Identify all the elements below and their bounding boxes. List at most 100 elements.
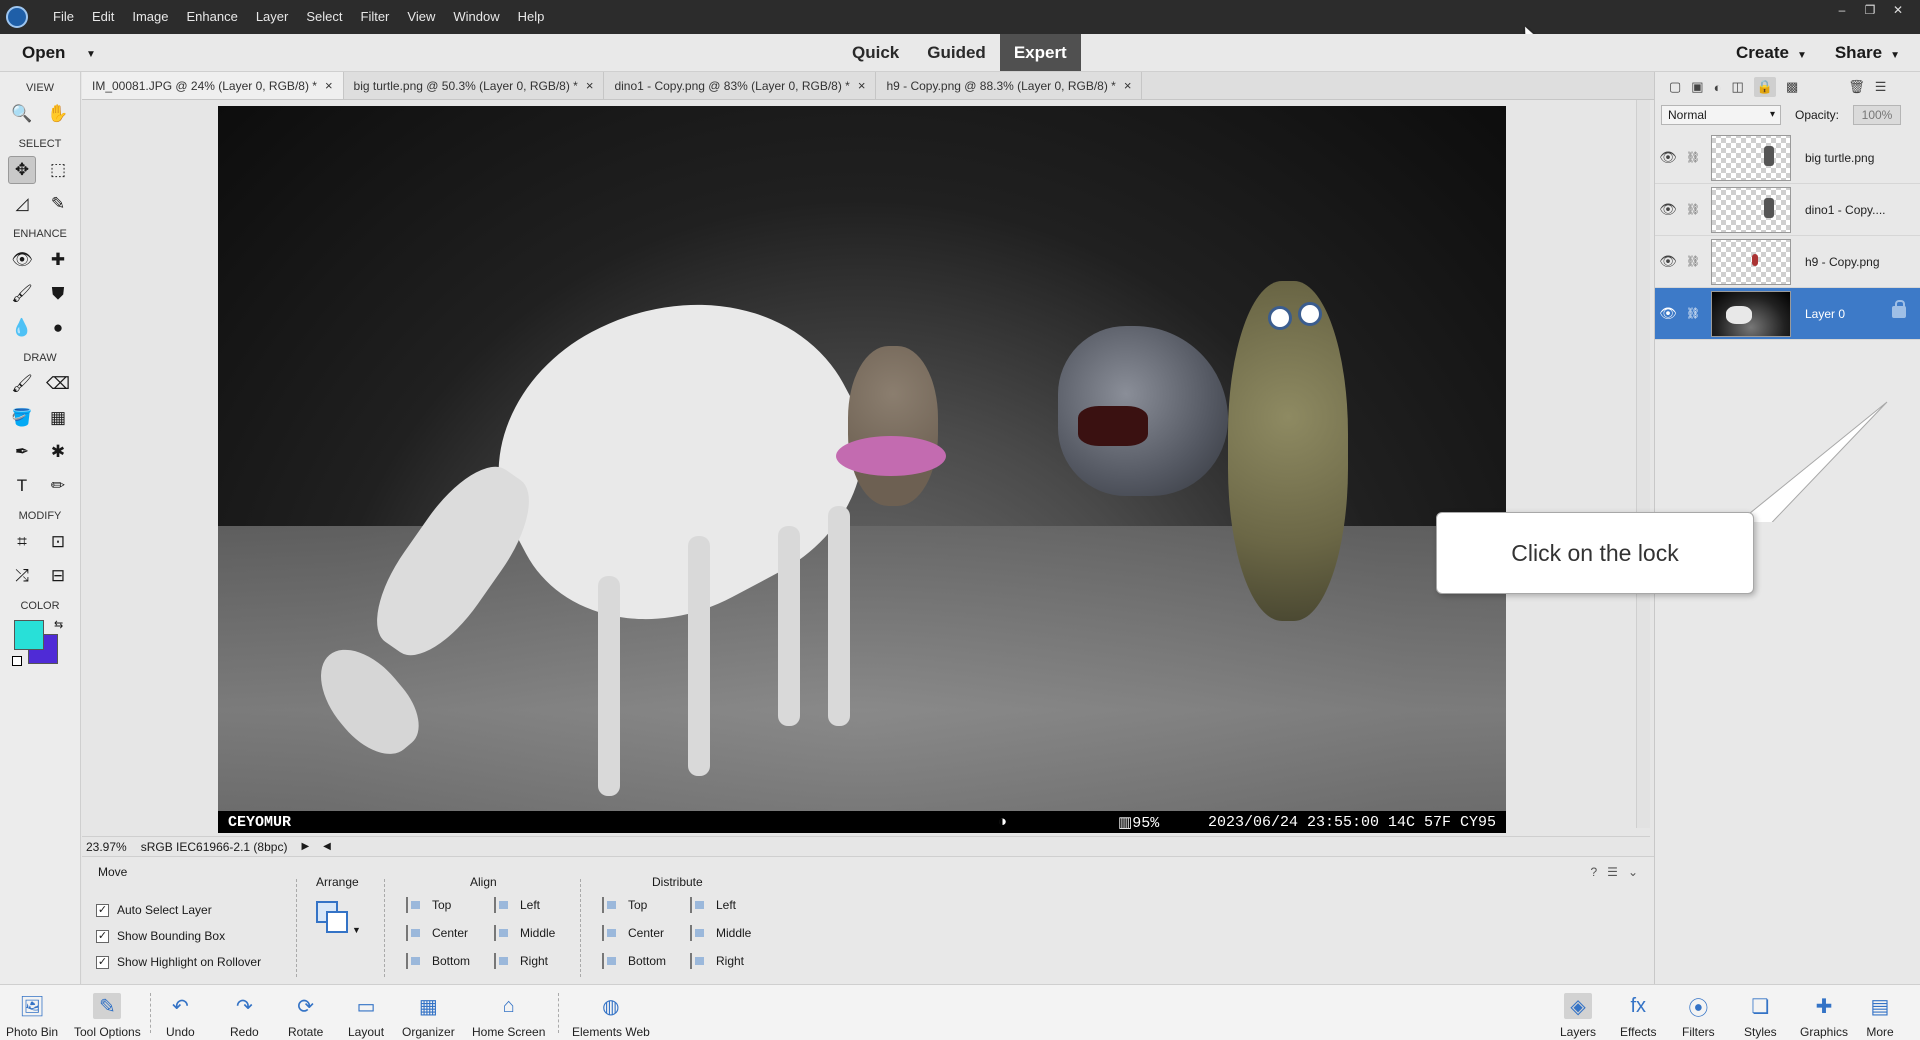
- link-icon[interactable]: ⛓: [1681, 203, 1705, 216]
- rotate-button[interactable]: ⟳ Rotate: [288, 985, 323, 1040]
- layer-row[interactable]: 👁 ⛓ dino1 - Copy....: [1655, 184, 1920, 236]
- doc-tab[interactable]: dino1 - Copy.png @ 83% (Layer 0, RGB/8) …: [604, 72, 877, 99]
- status-menu-icon[interactable]: ▶: [301, 841, 309, 852]
- align-left-button[interactable]: Left: [494, 893, 540, 917]
- marquee-tool-icon[interactable]: ⬚: [44, 156, 72, 184]
- distribute-middle-button[interactable]: Middle: [690, 921, 751, 945]
- type-tool-icon[interactable]: T: [8, 472, 36, 500]
- close-tab-icon[interactable]: ×: [325, 78, 333, 93]
- more-button[interactable]: ▤ More: [1866, 985, 1894, 1040]
- show-bounding-box-checkbox[interactable]: ✓: [96, 929, 109, 943]
- mode-quick[interactable]: Quick: [838, 34, 913, 71]
- minimize-button[interactable]: –: [1828, 0, 1856, 20]
- layout-button[interactable]: ▭ Layout: [348, 985, 384, 1040]
- menu-layer[interactable]: Layer: [247, 0, 298, 34]
- auto-select-layer-checkbox[interactable]: ✓: [96, 903, 109, 917]
- straighten-tool-icon[interactable]: ⊟: [44, 562, 72, 590]
- undo-button[interactable]: ↶ Undo: [166, 985, 195, 1040]
- link-icon[interactable]: ⛓: [1681, 151, 1705, 164]
- layer-row[interactable]: 👁 ⛓ big turtle.png: [1655, 132, 1920, 184]
- elements-web-button[interactable]: ◍ Elements Web: [572, 985, 650, 1040]
- share-button[interactable]: Share ▼: [1835, 43, 1900, 63]
- align-middle-button[interactable]: Middle: [494, 921, 555, 945]
- show-highlight-checkbox[interactable]: ✓: [96, 955, 109, 969]
- doc-tab[interactable]: big turtle.png @ 50.3% (Layer 0, RGB/8) …: [344, 72, 605, 99]
- adjustment-layer-icon[interactable]: ◐: [1714, 80, 1722, 95]
- visibility-eye-icon[interactable]: 👁: [1655, 253, 1681, 270]
- home-screen-button[interactable]: ⌂ Home Screen: [472, 985, 545, 1040]
- menu-window[interactable]: Window: [444, 0, 508, 34]
- layers-panel-button[interactable]: ◈ Layers: [1560, 985, 1596, 1040]
- close-window-button[interactable]: ✕: [1884, 0, 1912, 20]
- new-layer-icon[interactable]: ▢: [1669, 79, 1681, 95]
- distribute-bottom-button[interactable]: Bottom: [602, 949, 666, 973]
- quick-selection-tool-icon[interactable]: ✎: [44, 190, 72, 218]
- menu-enhance[interactable]: Enhance: [178, 0, 247, 34]
- distribute-right-button[interactable]: Right: [690, 949, 744, 973]
- smart-brush-icon[interactable]: 🖌: [8, 280, 36, 308]
- align-bottom-button[interactable]: Bottom: [406, 949, 470, 973]
- layer-lock-icon[interactable]: [1892, 300, 1906, 318]
- foreground-color-swatch[interactable]: [14, 620, 44, 650]
- help-icon[interactable]: ?: [1590, 865, 1597, 879]
- visibility-eye-icon[interactable]: 👁: [1655, 149, 1681, 166]
- visibility-eye-icon[interactable]: 👁: [1655, 305, 1681, 322]
- graphics-button[interactable]: ✚ Graphics: [1800, 985, 1848, 1040]
- create-button[interactable]: Create ▼: [1736, 43, 1807, 63]
- align-top-button[interactable]: Top: [406, 893, 451, 917]
- recompose-tool-icon[interactable]: ⊡: [44, 528, 72, 556]
- healing-brush-icon[interactable]: ✚: [44, 246, 72, 274]
- delete-layer-icon[interactable]: 🗑: [1848, 79, 1865, 95]
- arrange-caret-icon[interactable]: ▼: [352, 925, 361, 935]
- red-eye-tool-icon[interactable]: 👁: [8, 246, 36, 274]
- redo-button[interactable]: ↷ Redo: [230, 985, 259, 1040]
- document-image[interactable]: CEYOMUR ◑ ▥95% 2023/06/24 23:55:00 14C 5…: [218, 106, 1506, 833]
- opacity-field[interactable]: 100%: [1853, 105, 1902, 125]
- align-right-button[interactable]: Right: [494, 949, 548, 973]
- doc-tab[interactable]: h9 - Copy.png @ 88.3% (Layer 0, RGB/8) *…: [876, 72, 1143, 99]
- mode-guided[interactable]: Guided: [913, 34, 1000, 71]
- lasso-tool-icon[interactable]: ◿: [8, 190, 36, 218]
- align-center-button[interactable]: Center: [406, 921, 468, 945]
- tool-options-button[interactable]: ✎ Tool Options: [74, 985, 141, 1040]
- canvas-area[interactable]: CEYOMUR ◑ ▥95% 2023/06/24 23:55:00 14C 5…: [82, 100, 1650, 840]
- visibility-eye-icon[interactable]: 👁: [1655, 201, 1681, 218]
- menu-help[interactable]: Help: [509, 0, 554, 34]
- swap-colors-icon[interactable]: ⇆: [54, 618, 63, 631]
- crop-tool-icon[interactable]: ⌗: [8, 528, 36, 556]
- gradient-tool-icon[interactable]: ▦: [44, 404, 72, 432]
- sponge-tool-icon[interactable]: ●: [44, 314, 72, 342]
- layer-row[interactable]: 👁 ⛓ h9 - Copy.png: [1655, 236, 1920, 288]
- restore-button[interactable]: ❐: [1856, 0, 1884, 20]
- blur-tool-icon[interactable]: 💧: [8, 314, 36, 342]
- move-tool-icon[interactable]: ✥: [8, 156, 36, 184]
- lock-transparent-icon[interactable]: ▩: [1786, 79, 1798, 95]
- pencil-tool-icon[interactable]: ✏: [44, 472, 72, 500]
- reset-colors-icon[interactable]: [12, 656, 22, 666]
- link-icon[interactable]: ⛓: [1681, 307, 1705, 320]
- lock-all-icon[interactable]: 🔒: [1753, 77, 1776, 97]
- new-group-icon[interactable]: ▣: [1691, 79, 1703, 95]
- auto-select-layer-option[interactable]: ✓ Auto Select Layer: [96, 897, 261, 923]
- blend-mode-select[interactable]: Normal: [1661, 105, 1781, 125]
- scroll-left-icon[interactable]: ◀: [323, 841, 331, 852]
- custom-shape-icon[interactable]: ✱: [44, 438, 72, 466]
- open-button[interactable]: Open: [22, 43, 65, 63]
- styles-button[interactable]: ❏ Styles: [1744, 985, 1777, 1040]
- menu-edit[interactable]: Edit: [83, 0, 123, 34]
- menu-image[interactable]: Image: [123, 0, 177, 34]
- link-icon[interactable]: ⛓: [1681, 255, 1705, 268]
- menu-select[interactable]: Select: [297, 0, 351, 34]
- doc-tab[interactable]: IM_00081.JPG @ 24% (Layer 0, RGB/8) * ×: [82, 72, 344, 99]
- content-aware-move-icon[interactable]: ⤮: [8, 562, 36, 590]
- effects-button[interactable]: fx Effects: [1620, 985, 1656, 1040]
- menu-filter[interactable]: Filter: [352, 0, 399, 34]
- organizer-button[interactable]: ▦ Organizer: [402, 985, 455, 1040]
- eyedropper-icon[interactable]: ✒: [8, 438, 36, 466]
- collapse-chevron-icon[interactable]: ⌄: [1628, 865, 1638, 879]
- zoom-tool-icon[interactable]: 🔍: [8, 100, 36, 128]
- close-tab-icon[interactable]: ×: [1124, 78, 1132, 93]
- open-dropdown-icon[interactable]: ▼: [86, 49, 96, 60]
- eraser-tool-icon[interactable]: ⌫: [44, 370, 72, 398]
- distribute-top-button[interactable]: Top: [602, 893, 647, 917]
